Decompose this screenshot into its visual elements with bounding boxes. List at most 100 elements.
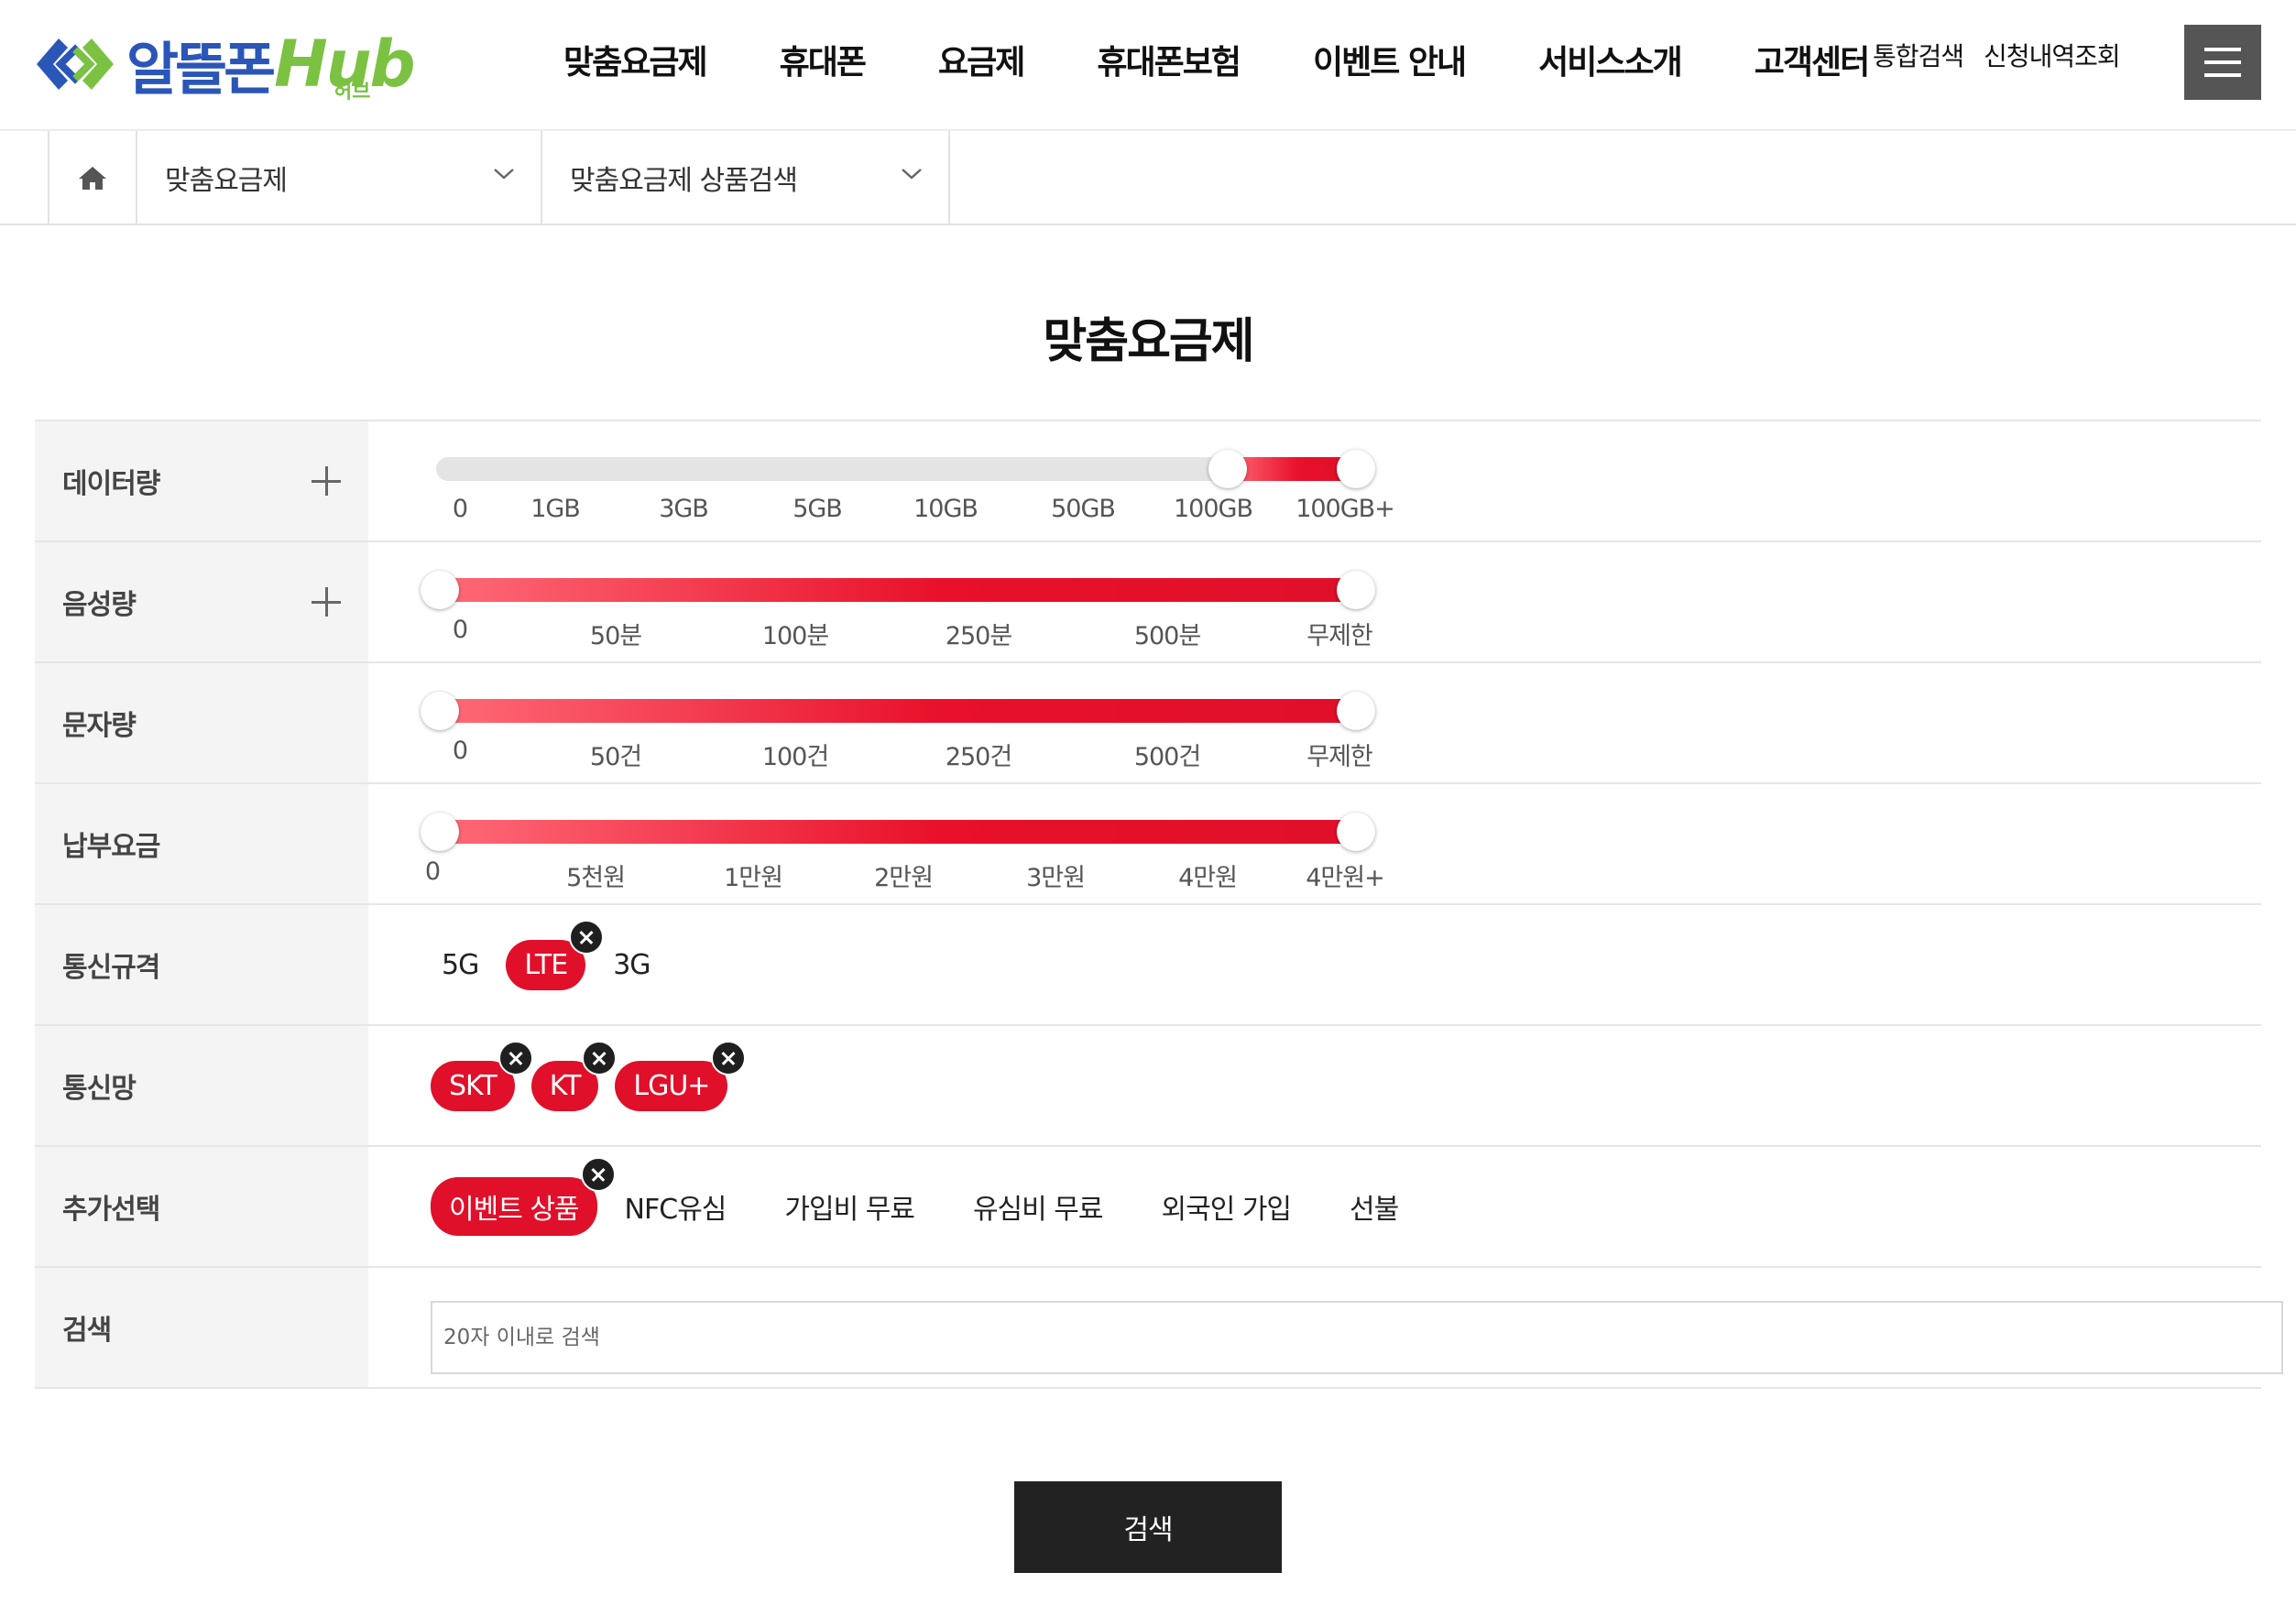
hamburger-menu-button[interactable] bbox=[2184, 25, 2261, 100]
chip-label: 선불 bbox=[1350, 1194, 1399, 1226]
slider-handle-max[interactable] bbox=[1337, 692, 1375, 730]
chip-5g[interactable]: 5G bbox=[431, 940, 489, 990]
slider-tick-label: 500분 bbox=[1133, 622, 1201, 650]
breadcrumb-home-button[interactable] bbox=[48, 131, 137, 224]
keyword-search-input[interactable] bbox=[431, 1301, 2283, 1374]
slider-handle-min[interactable] bbox=[421, 692, 459, 730]
filter-body bbox=[368, 1268, 2283, 1387]
hamburger-line bbox=[2204, 73, 2241, 77]
slider-tick-label: 50건 bbox=[589, 743, 642, 771]
chip-label: 3G bbox=[613, 948, 651, 981]
filter-row-search: 검색 bbox=[35, 1268, 2283, 1389]
slider-tick-label: 0 bbox=[452, 495, 468, 523]
filter-row-voice: 음성량 0 50분 100분 250분 500분 무제한 bbox=[35, 542, 2261, 663]
filter-label: 데이터량 bbox=[35, 421, 368, 540]
filter-label-text: 추가선택 bbox=[62, 1194, 160, 1226]
carrier-options: SKT KT LGU+ bbox=[431, 1026, 747, 1145]
filter-row-network-type: 통신규격 5G LTE 3G bbox=[35, 905, 2261, 1026]
gnb-phones[interactable]: 휴대폰 bbox=[780, 36, 867, 83]
filter-label-text: 검색 bbox=[62, 1315, 112, 1347]
slider-tick-label: 100건 bbox=[761, 743, 829, 771]
slider-tick-label: 500건 bbox=[1133, 743, 1201, 771]
close-icon[interactable] bbox=[497, 1040, 533, 1076]
filter-label: 문자량 bbox=[35, 663, 368, 782]
gnb-custom-plan[interactable]: 맞춤요금제 bbox=[563, 36, 708, 83]
chip-label: LGU+ bbox=[633, 1069, 710, 1102]
slider-handle-min[interactable] bbox=[421, 813, 459, 851]
slider-handle-min[interactable] bbox=[421, 571, 459, 609]
filter-label: 납부요금 bbox=[35, 784, 368, 903]
chip-label: 이벤트 상품 bbox=[449, 1194, 580, 1226]
chip-foreigner-signup[interactable]: 외국인 가입 bbox=[1151, 1177, 1303, 1236]
chip-event-product[interactable]: 이벤트 상품 bbox=[431, 1157, 616, 1236]
util-integrated-search[interactable]: 통합검색 bbox=[1873, 37, 1964, 73]
chip-lgu[interactable]: LGU+ bbox=[615, 1040, 747, 1111]
site-logo[interactable]: 알뜰폰 Hub 허브 bbox=[31, 18, 416, 110]
close-icon[interactable] bbox=[711, 1040, 747, 1076]
slider-ticks: 0 1GB 3GB 5GB 10GB 50GB 100GB 100GB+ bbox=[436, 495, 1536, 531]
slider-handle-max[interactable] bbox=[1337, 813, 1375, 851]
gnb-phone-insurance[interactable]: 휴대폰보험 bbox=[1097, 36, 1241, 83]
slider-tick-label: 1GB bbox=[530, 495, 581, 523]
chip-prepaid[interactable]: 선불 bbox=[1339, 1177, 1409, 1236]
gnb-service-intro[interactable]: 서비스소개 bbox=[1538, 36, 1683, 83]
chip-label: 가입비 무료 bbox=[784, 1194, 915, 1226]
chip-free-usim[interactable]: 유심비 무료 bbox=[962, 1177, 1114, 1236]
chip-3g[interactable]: 3G bbox=[602, 940, 661, 990]
filter-body: 0 50분 100분 250분 500분 무제한 bbox=[368, 542, 2261, 661]
slider-tick-label: 5천원 bbox=[566, 864, 626, 892]
sms-range-slider[interactable] bbox=[421, 692, 1375, 730]
filter-body: 0 50건 100건 250건 500건 무제한 bbox=[368, 663, 2261, 782]
slider-tick-label: 무제한 bbox=[1307, 743, 1373, 771]
plus-icon[interactable] bbox=[312, 466, 341, 496]
close-icon[interactable] bbox=[569, 919, 605, 955]
gnb-events[interactable]: 이벤트 안내 bbox=[1313, 36, 1467, 83]
chevron-down-icon bbox=[494, 169, 514, 180]
filter-label-text: 데이터량 bbox=[62, 468, 160, 500]
filter-label-text: 통신규격 bbox=[62, 952, 160, 984]
chip-label: LTE bbox=[524, 948, 568, 981]
filter-label: 통신망 bbox=[35, 1026, 368, 1145]
slider-handle-max[interactable] bbox=[1337, 571, 1375, 609]
slider-fill bbox=[436, 820, 1356, 844]
gnb-plans[interactable]: 요금제 bbox=[938, 36, 1025, 83]
util-application-history[interactable]: 신청내역조회 bbox=[1984, 37, 2121, 73]
chip-free-signup[interactable]: 가입비 무료 bbox=[773, 1177, 925, 1236]
gnb-customer-center[interactable]: 고객센터 bbox=[1755, 36, 1870, 83]
hamburger-line bbox=[2204, 48, 2241, 51]
breadcrumb-level2-select[interactable]: 맞춤요금제 상품검색 bbox=[542, 131, 950, 224]
close-icon[interactable] bbox=[582, 1040, 618, 1076]
slider-handle-min[interactable] bbox=[1208, 450, 1247, 488]
filter-row-carrier: 통신망 SKT KT LGU+ bbox=[35, 1026, 2261, 1147]
slider-tick-label: 3GB bbox=[659, 495, 709, 523]
slider-tick-label: 50분 bbox=[589, 622, 642, 650]
chip-skt[interactable]: SKT bbox=[431, 1040, 533, 1111]
hamburger-line bbox=[2204, 60, 2241, 64]
slider-tick-label: 4만원 bbox=[1178, 864, 1238, 892]
breadcrumb-level1-select[interactable]: 맞춤요금제 bbox=[137, 131, 542, 224]
data-range-slider[interactable] bbox=[436, 450, 1375, 488]
slider-tick-label: 10GB bbox=[913, 495, 979, 523]
breadcrumb: 맞춤요금제 맞춤요금제 상품검색 bbox=[0, 131, 2296, 225]
filter-label: 추가선택 bbox=[35, 1147, 368, 1266]
filter-body: 0 1GB 3GB 5GB 10GB 50GB 100GB 100GB+ bbox=[368, 421, 2261, 540]
filter-label-text: 문자량 bbox=[62, 710, 137, 742]
breadcrumb-level1-label: 맞춤요금제 bbox=[165, 164, 288, 197]
chip-lte[interactable]: LTE bbox=[506, 919, 605, 990]
voice-range-slider[interactable] bbox=[421, 571, 1375, 609]
filter-table: 데이터량 0 1GB 3GB 5GB 10GB 50GB 100GB 100GB… bbox=[35, 420, 2283, 1389]
close-icon[interactable] bbox=[580, 1157, 616, 1192]
chevron-down-icon bbox=[902, 169, 922, 180]
chip-nfc-usim[interactable]: NFC유심 bbox=[614, 1177, 738, 1236]
slider-tick-label: 5GB bbox=[793, 495, 843, 523]
chip-kt[interactable]: KT bbox=[530, 1040, 618, 1111]
network-type-options: 5G LTE 3G bbox=[431, 905, 698, 1024]
plus-icon[interactable] bbox=[312, 587, 341, 617]
utility-links: 통합검색 신청내역조회 bbox=[1873, 37, 2121, 73]
chip-label: SKT bbox=[449, 1069, 497, 1102]
search-button[interactable]: 검색 bbox=[1014, 1481, 1282, 1573]
fee-range-slider[interactable] bbox=[421, 813, 1375, 851]
logo-mark-icon bbox=[37, 38, 114, 90]
slider-handle-max[interactable] bbox=[1337, 450, 1375, 488]
extra-options: 이벤트 상품 NFC유심 가입비 무료 유심비 무료 외국인 가입 선불 bbox=[431, 1147, 1446, 1266]
